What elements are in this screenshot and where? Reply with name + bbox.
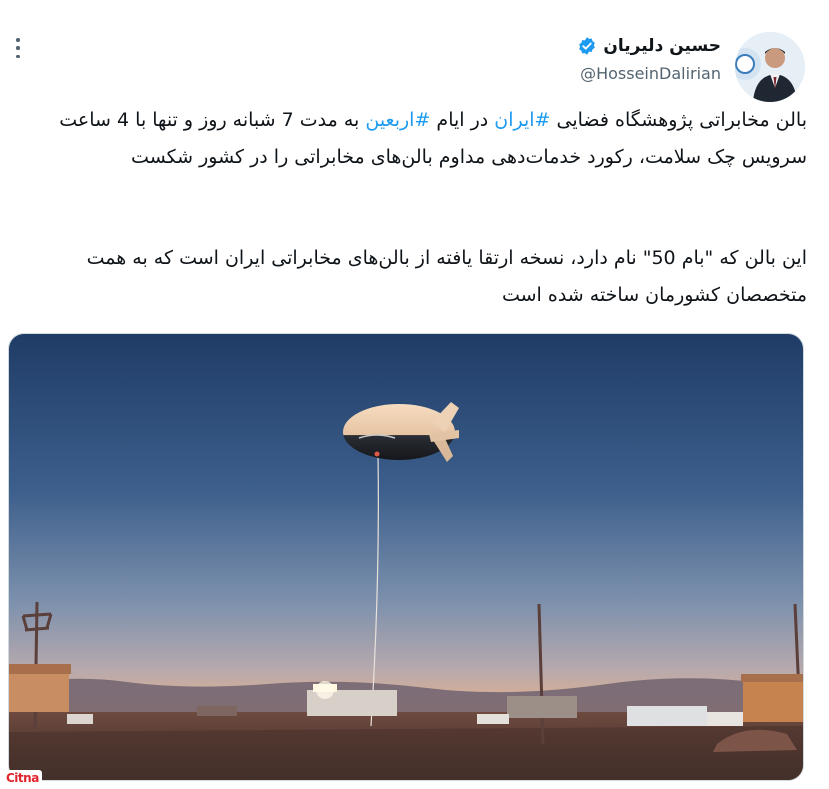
tweet-media-photo[interactable] bbox=[8, 333, 804, 781]
hashtag-arbaeen-link[interactable]: #اربعین bbox=[365, 109, 430, 131]
more-options-icon[interactable] bbox=[10, 38, 26, 58]
tweet-text-paragraph-1: بالن مخابراتی پژوهشگاه فضایی #ایران در ا… bbox=[12, 102, 807, 176]
avatar-image bbox=[735, 32, 805, 102]
tweet-text-segment: بالن مخابراتی پژوهشگاه فضایی bbox=[550, 109, 808, 131]
avatar[interactable] bbox=[735, 32, 805, 102]
tweet-text-paragraph-2: این بالن که "بام 50" نام دارد، نسخه ارتق… bbox=[86, 247, 807, 306]
display-name-row: حسین دلیریان bbox=[577, 36, 721, 56]
citna-watermark-logo: Citna bbox=[3, 770, 42, 786]
verified-badge-icon bbox=[579, 37, 596, 55]
author-block: حسین دلیریان @HosseinDalirian bbox=[577, 36, 721, 83]
tweet-text-segment: در ایام bbox=[430, 109, 495, 131]
tweet-card: حسین دلیریان @HosseinDalirian بالن مخابر… bbox=[0, 0, 829, 789]
handle[interactable]: @HosseinDalirian bbox=[577, 64, 721, 83]
hashtag-iran-link[interactable]: #ایران bbox=[494, 109, 550, 131]
display-name[interactable]: حسین دلیریان bbox=[603, 36, 721, 56]
balloon-photo bbox=[9, 334, 803, 780]
